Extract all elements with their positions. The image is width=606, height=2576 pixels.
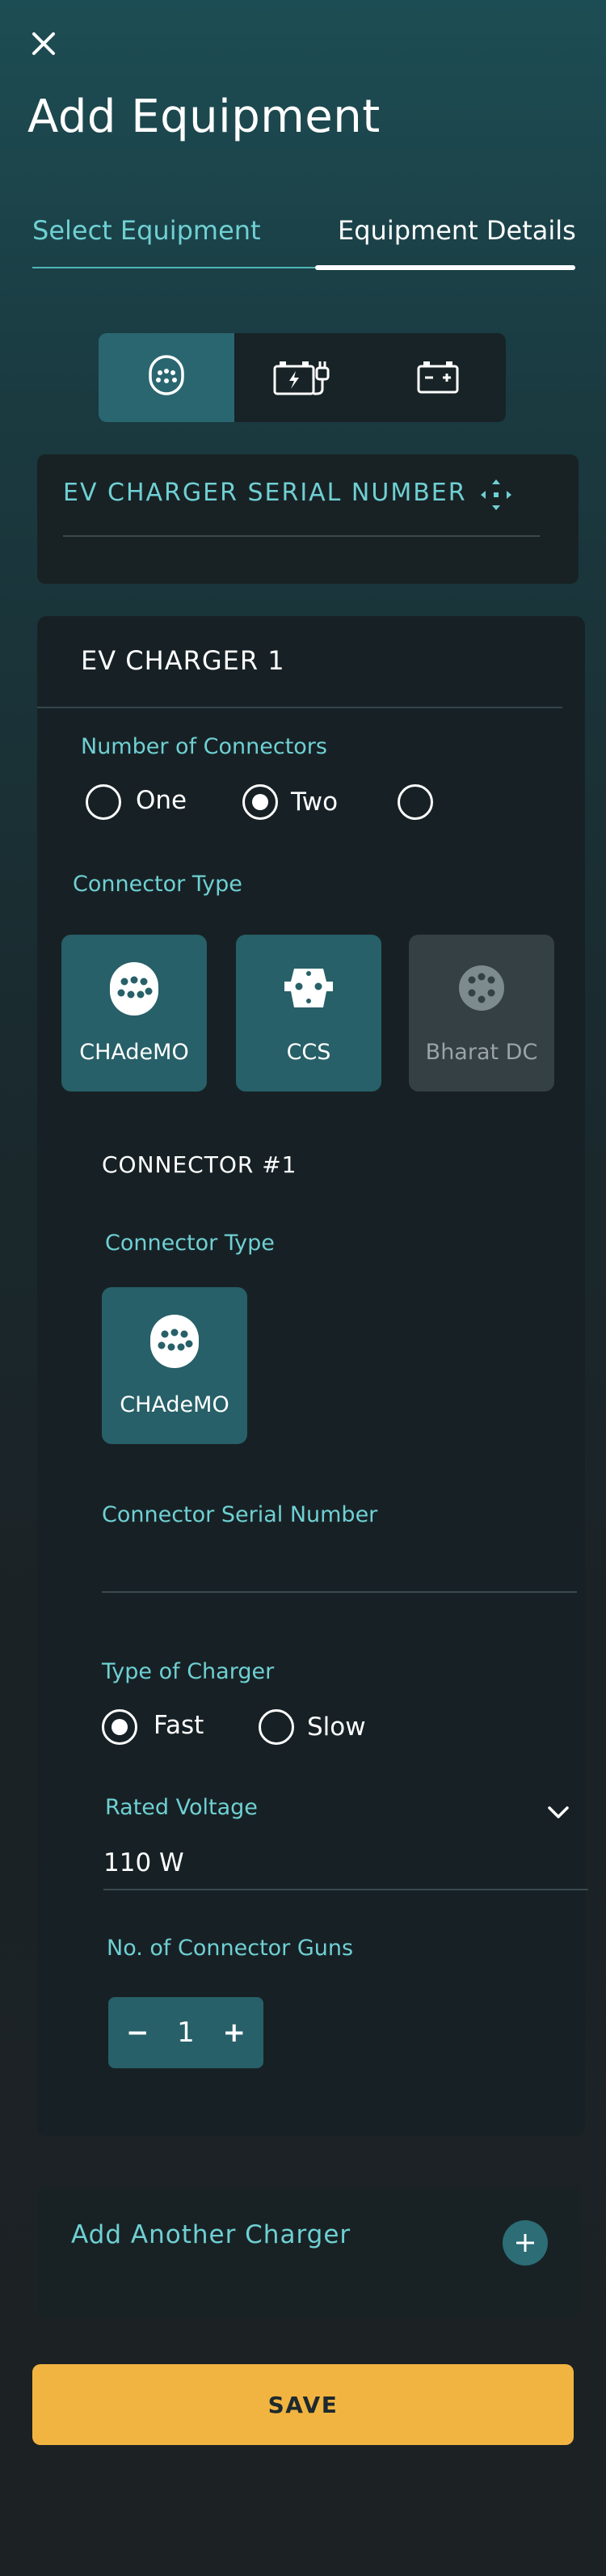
- charger-type-label: Type of Charger: [102, 1659, 275, 1684]
- rated-voltage-underline: [103, 1889, 588, 1890]
- radio-button[interactable]: [259, 1709, 294, 1745]
- charger-title: EV CHARGER 1: [81, 645, 285, 676]
- save-button[interactable]: SAVE: [32, 2364, 574, 2445]
- connector-option-chademo[interactable]: CHAdeMO: [61, 935, 207, 1092]
- scan-button[interactable]: [478, 477, 514, 513]
- connector-guns-value: 1: [177, 2016, 195, 2049]
- page-title: Add Equipment: [27, 91, 381, 143]
- radio-button[interactable]: [398, 784, 433, 820]
- serial-number-input[interactable]: [63, 535, 540, 537]
- serial-number-label: EV CHARGER SERIAL NUMBER: [63, 479, 467, 507]
- connector-option-ccs[interactable]: CCS: [236, 935, 381, 1092]
- chademo-icon: [150, 1315, 199, 1368]
- battery-icon: [417, 361, 459, 394]
- radio-label-two: Two: [291, 788, 339, 817]
- connector-type-label: Connector Type: [105, 1231, 275, 1256]
- close-icon: [32, 32, 55, 55]
- connector-type-value: CHAdeMO: [120, 1392, 229, 1417]
- ev-charger-card: EV CHARGER 1 Number of Connectors One Tw…: [37, 616, 588, 2136]
- connector-option-bharat-dc[interactable]: Bharat DC: [409, 935, 554, 1092]
- bharat-dc-icon: [459, 965, 504, 1011]
- radio-label-slow: Slow: [307, 1712, 366, 1742]
- serial-number-card: EV CHARGER SERIAL NUMBER: [37, 454, 579, 584]
- tab-underline: [32, 267, 315, 268]
- connector-option-label: CCS: [286, 1040, 331, 1065]
- radio-button-checked[interactable]: [242, 784, 278, 820]
- equipment-type-battery[interactable]: [370, 333, 506, 422]
- save-button-label: SAVE: [267, 2391, 339, 2418]
- connector-serial-label: Connector Serial Number: [102, 1502, 378, 1527]
- plus-icon: [516, 2234, 534, 2252]
- rated-voltage-label: Rated Voltage: [105, 1795, 258, 1820]
- add-another-charger-label: Add Another Charger: [71, 2220, 351, 2249]
- connector-type-label: Connector Type: [73, 872, 242, 897]
- connector-title: CONNECTOR #1: [102, 1151, 297, 1178]
- chevron-down-icon: [548, 1806, 569, 1818]
- ev-plug-icon: [149, 355, 184, 395]
- equipment-type-ev-charger[interactable]: [99, 333, 234, 422]
- chademo-icon: [110, 962, 158, 1016]
- tab-active-indicator: [315, 265, 575, 270]
- connector-option-label: CHAdeMO: [79, 1040, 189, 1065]
- add-charger-button[interactable]: [503, 2220, 548, 2266]
- rated-voltage-dropdown-toggle[interactable]: [546, 1805, 570, 1824]
- radio-label-one: One: [136, 786, 187, 815]
- connector-guns-stepper: − 1 +: [108, 1997, 263, 2068]
- connector-option-label: Bharat DC: [425, 1040, 538, 1065]
- add-another-charger-card[interactable]: Add Another Charger: [37, 2188, 580, 2317]
- selected-connector-chademo[interactable]: CHAdeMO: [102, 1287, 247, 1444]
- equipment-type-battery-charger[interactable]: [234, 333, 370, 422]
- divider: [37, 707, 562, 708]
- tab-equipment-details[interactable]: Equipment Details: [338, 215, 576, 246]
- ccs-icon: [284, 969, 333, 1007]
- scan-icon: [481, 479, 511, 510]
- connector-guns-label: No. of Connector Guns: [107, 1936, 354, 1961]
- num-connectors-label: Number of Connectors: [81, 734, 327, 759]
- tab-select-equipment[interactable]: Select Equipment: [32, 215, 261, 246]
- decrement-button[interactable]: −: [126, 2016, 149, 2049]
- connector-serial-input[interactable]: [102, 1591, 577, 1593]
- battery-plug-icon: [273, 361, 330, 395]
- radio-button-checked[interactable]: [102, 1709, 137, 1745]
- radio-button[interactable]: [86, 784, 121, 820]
- close-button[interactable]: [27, 27, 60, 60]
- increment-button[interactable]: +: [222, 2016, 246, 2049]
- rated-voltage-value[interactable]: 110 W: [103, 1848, 184, 1877]
- radio-label-fast: Fast: [154, 1711, 204, 1740]
- equipment-type-selector: [99, 333, 506, 422]
